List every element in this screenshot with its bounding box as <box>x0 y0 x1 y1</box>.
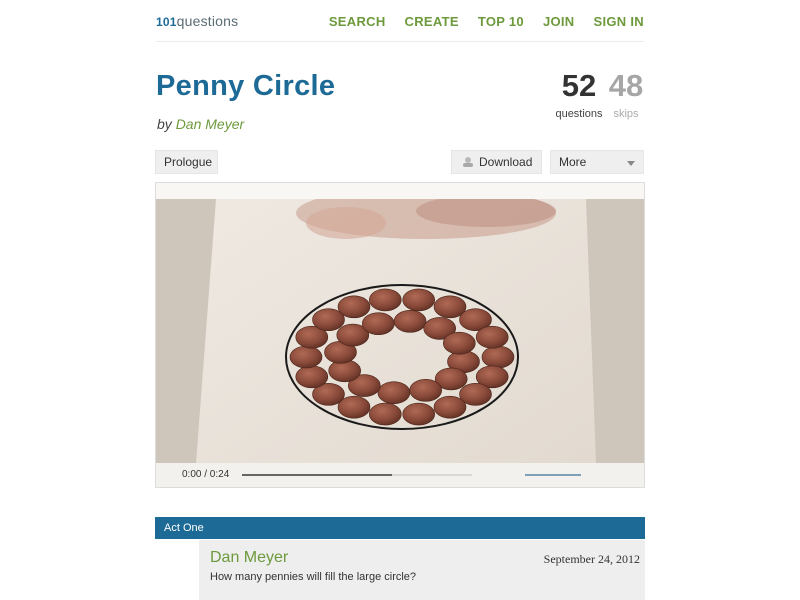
avatar <box>155 540 199 600</box>
video-progress-fill <box>242 474 392 476</box>
nav-sign-in-link[interactable]: SIGN IN <box>594 14 645 29</box>
post-question: How many pennies will fill the large cir… <box>210 571 417 583</box>
post-author-link[interactable]: Dan Meyer <box>210 549 288 567</box>
more-label: More <box>559 155 587 169</box>
nav-join-link[interactable]: JOIN <box>543 14 575 29</box>
skips-count: 48 <box>608 68 644 103</box>
author-link[interactable]: Dan Meyer <box>176 116 244 132</box>
nav-search-link[interactable]: SEARCH <box>329 14 386 29</box>
video-player[interactable]: 0:00 / 0:24 <box>155 182 645 488</box>
more-dropdown[interactable]: More <box>550 150 644 174</box>
page-title: Penny Circle <box>156 70 336 102</box>
chevron-down-icon <box>627 161 635 166</box>
main-nav: SEARCH CREATE TOP 10 JOIN SIGN IN <box>329 14 644 29</box>
post-date: September 24, 2012 <box>543 552 640 566</box>
nav-top10-link[interactable]: TOP 10 <box>478 14 524 29</box>
act-post: Dan Meyer September 24, 2012 How many pe… <box>155 540 645 600</box>
video-progress-bar[interactable] <box>242 474 472 476</box>
volume-slider[interactable] <box>525 474 581 476</box>
video-controls[interactable]: 0:00 / 0:24 <box>156 463 644 487</box>
top-bar: 101questions SEARCH CREATE TOP 10 JOIN S… <box>156 0 644 42</box>
questions-stat: 52 questions <box>552 66 606 120</box>
download-label: Download <box>479 155 533 169</box>
act-header: Act One <box>155 517 645 539</box>
byline: by Dan Meyer <box>157 116 244 132</box>
logo-word: questions <box>176 13 239 29</box>
questions-count: 52 <box>561 68 597 103</box>
prologue-button[interactable]: Prologue <box>155 150 218 174</box>
site-logo[interactable]: 101questions <box>156 13 238 29</box>
nav-create-link[interactable]: CREATE <box>405 14 459 29</box>
question-stats: 52 questions 48 skips <box>552 66 644 126</box>
byline-prefix: by <box>157 116 176 132</box>
download-button[interactable]: Download <box>451 150 542 174</box>
video-thumbnail <box>156 199 644 463</box>
logo-number: 101 <box>156 15 177 29</box>
skips-stat: 48 skips <box>606 66 646 120</box>
video-frame[interactable] <box>156 199 644 463</box>
questions-label: questions <box>555 108 603 120</box>
skips-label: skips <box>613 108 639 120</box>
download-icon <box>463 157 473 167</box>
video-time: 0:00 / 0:24 <box>182 469 230 480</box>
